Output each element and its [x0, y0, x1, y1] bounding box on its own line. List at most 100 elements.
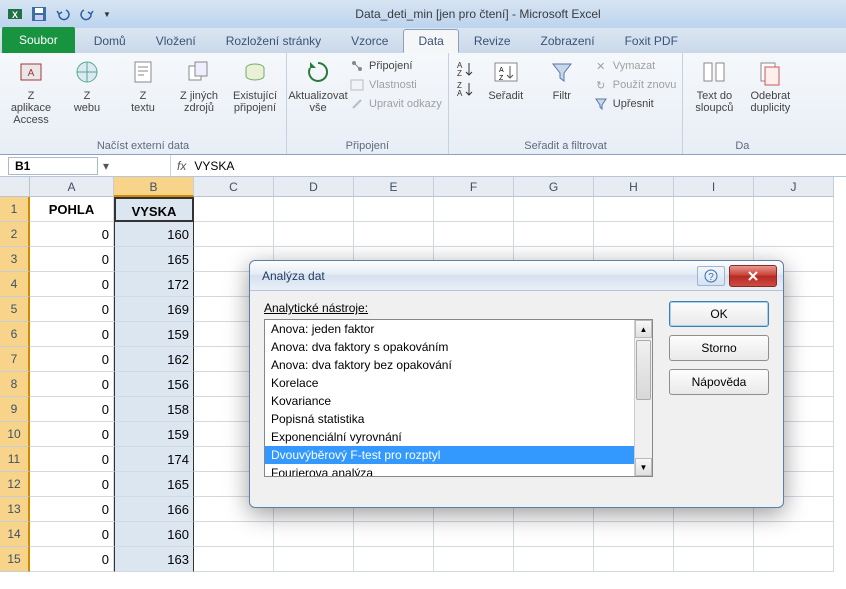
cell[interactable]: 160 [114, 522, 194, 547]
cell[interactable] [434, 547, 514, 572]
tools-listbox[interactable]: Anova: jeden faktorAnova: dva faktory s … [264, 319, 653, 477]
row-header[interactable]: 9 [0, 397, 30, 422]
formula-input[interactable] [192, 157, 840, 175]
tab-file[interactable]: Soubor [2, 27, 75, 53]
tab-insert[interactable]: Vložení [141, 29, 211, 53]
row-header[interactable]: 13 [0, 497, 30, 522]
cell[interactable] [674, 222, 754, 247]
from-other-button[interactable]: Z jiných zdrojů [174, 56, 224, 114]
cell[interactable]: 0 [30, 272, 114, 297]
col-header-B[interactable]: B [114, 177, 194, 197]
cell[interactable]: 158 [114, 397, 194, 422]
sort-asc-button[interactable]: AZ [455, 60, 475, 78]
cell[interactable] [194, 522, 274, 547]
cell[interactable] [594, 197, 674, 222]
cell[interactable] [674, 547, 754, 572]
col-header-E[interactable]: E [354, 177, 434, 197]
col-header-F[interactable]: F [434, 177, 514, 197]
refresh-all-button[interactable]: Aktualizovat vše [293, 56, 343, 114]
cell[interactable] [594, 222, 674, 247]
cell[interactable] [754, 547, 834, 572]
cell[interactable]: 0 [30, 547, 114, 572]
col-header-J[interactable]: J [754, 177, 834, 197]
row-header[interactable]: 1 [0, 197, 30, 222]
connections-button[interactable]: Připojení [349, 58, 442, 74]
qat-dropdown-icon[interactable]: ▼ [100, 3, 114, 25]
dialog-close-button[interactable] [729, 265, 777, 287]
row-header[interactable]: 3 [0, 247, 30, 272]
cancel-button[interactable]: Storno [669, 335, 769, 361]
tab-foxit[interactable]: Foxit PDF [610, 29, 693, 53]
cell[interactable]: 162 [114, 347, 194, 372]
edit-links-button[interactable]: Upravit odkazy [349, 96, 442, 112]
cell[interactable] [274, 222, 354, 247]
tab-home[interactable]: Domů [79, 29, 141, 53]
cell[interactable]: 160 [114, 222, 194, 247]
col-header-H[interactable]: H [594, 177, 674, 197]
from-access-button[interactable]: AZ aplikace Access [6, 56, 56, 126]
name-box-dropdown-icon[interactable]: ▾ [98, 159, 114, 173]
scroll-thumb[interactable] [636, 340, 651, 400]
save-icon[interactable] [28, 3, 50, 25]
cell[interactable]: 0 [30, 222, 114, 247]
advanced-filter-button[interactable]: Upřesnit [593, 96, 677, 112]
cell[interactable] [274, 197, 354, 222]
remove-duplicates-button[interactable]: Odebrat duplicity [745, 56, 795, 114]
cell[interactable]: 0 [30, 522, 114, 547]
select-all-corner[interactable] [0, 177, 30, 197]
col-header-D[interactable]: D [274, 177, 354, 197]
row-header[interactable]: 7 [0, 347, 30, 372]
tab-review[interactable]: Revize [459, 29, 526, 53]
cell[interactable]: 0 [30, 372, 114, 397]
cell[interactable]: 165 [114, 472, 194, 497]
cell[interactable]: 172 [114, 272, 194, 297]
listbox-scrollbar[interactable]: ▲ ▼ [634, 320, 652, 476]
cell[interactable] [754, 222, 834, 247]
list-item[interactable]: Kovariance [265, 392, 634, 410]
fx-label[interactable]: fx [177, 159, 186, 173]
cell[interactable] [434, 222, 514, 247]
sort-desc-button[interactable]: ZA [455, 80, 475, 98]
row-header[interactable]: 11 [0, 447, 30, 472]
redo-icon[interactable] [76, 3, 98, 25]
cell[interactable]: 0 [30, 247, 114, 272]
tab-layout[interactable]: Rozložení stránky [211, 29, 336, 53]
cell[interactable] [754, 197, 834, 222]
cell[interactable]: 0 [30, 422, 114, 447]
dialog-help-icon[interactable]: ? [697, 266, 725, 286]
cell[interactable] [354, 522, 434, 547]
row-header[interactable]: 8 [0, 372, 30, 397]
col-header-C[interactable]: C [194, 177, 274, 197]
row-header[interactable]: 15 [0, 547, 30, 572]
cell[interactable]: 169 [114, 297, 194, 322]
row-header[interactable]: 6 [0, 322, 30, 347]
cell[interactable]: 0 [30, 347, 114, 372]
cell[interactable] [594, 547, 674, 572]
cell[interactable] [274, 522, 354, 547]
list-item[interactable]: Dvouvýběrový F-test pro rozptyl [265, 446, 634, 464]
cell[interactable] [674, 197, 754, 222]
tab-view[interactable]: Zobrazení [526, 29, 610, 53]
cell[interactable]: 0 [30, 322, 114, 347]
cell[interactable]: POHLA [30, 197, 114, 222]
row-header[interactable]: 4 [0, 272, 30, 297]
undo-icon[interactable] [52, 3, 74, 25]
cell[interactable] [194, 222, 274, 247]
cell[interactable]: 0 [30, 397, 114, 422]
cell[interactable]: 0 [30, 472, 114, 497]
row-header[interactable]: 14 [0, 522, 30, 547]
cell[interactable] [194, 197, 274, 222]
existing-conn-button[interactable]: Existující připojení [230, 56, 280, 114]
list-item[interactable]: Exponenciální vyrovnání [265, 428, 634, 446]
cell[interactable] [754, 522, 834, 547]
scroll-up-icon[interactable]: ▲ [635, 320, 652, 338]
cell[interactable]: 0 [30, 497, 114, 522]
filter-button[interactable]: Filtr [537, 56, 587, 102]
list-item[interactable]: Anova: dva faktory bez opakování [265, 356, 634, 374]
cell[interactable]: 156 [114, 372, 194, 397]
cell[interactable] [354, 197, 434, 222]
dialog-titlebar[interactable]: Analýza dat ? [250, 261, 783, 291]
cell[interactable] [674, 522, 754, 547]
cell[interactable] [354, 547, 434, 572]
list-item[interactable]: Popisná statistika [265, 410, 634, 428]
